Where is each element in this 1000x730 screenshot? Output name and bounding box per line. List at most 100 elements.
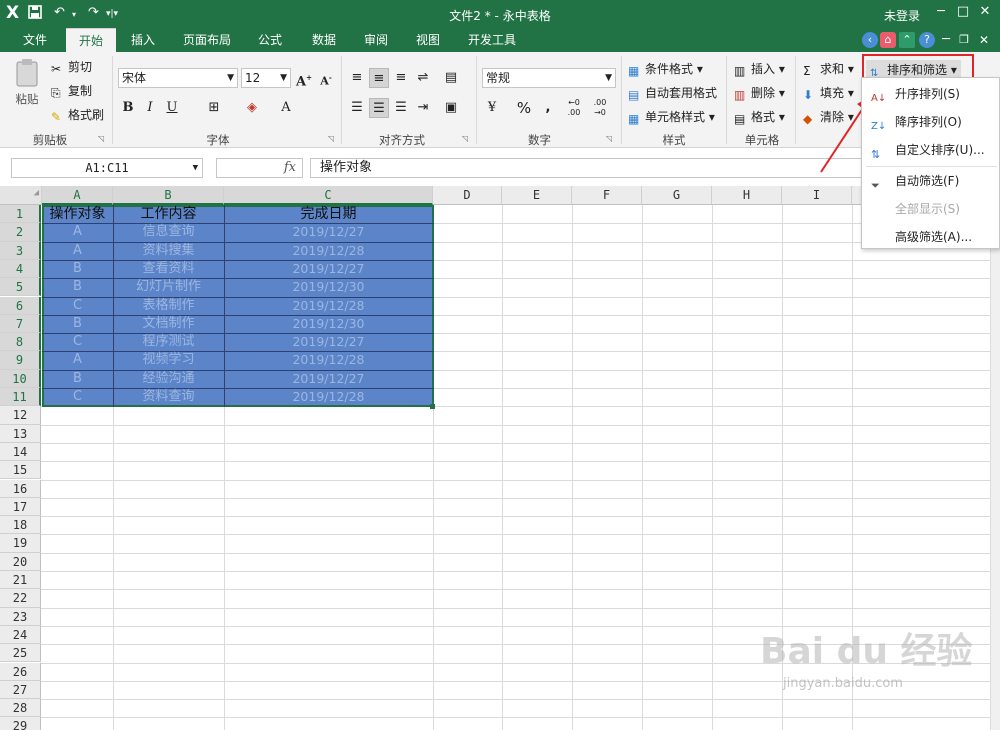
data-cell-A11[interactable]: C <box>42 388 113 406</box>
row-header-6[interactable]: 6 <box>0 296 41 315</box>
back-icon[interactable]: ‹ <box>862 32 878 48</box>
insert-cells-button[interactable]: ▥ 插入 ▾ <box>734 60 785 78</box>
row-header-25[interactable]: 25 <box>0 644 41 663</box>
ribbon-close-icon[interactable]: ✕ <box>976 32 992 48</box>
tab-developer[interactable]: 开发工具 <box>460 28 524 52</box>
custom-sort-item[interactable]: ⇅ 自定义排序(U)... <box>862 138 1000 162</box>
row-header-16[interactable]: 16 <box>0 479 41 498</box>
row-header-4[interactable]: 4 <box>0 259 41 279</box>
row-header-26[interactable]: 26 <box>0 662 41 681</box>
data-cell-B11[interactable]: 资料查询 <box>113 388 224 406</box>
row-header-13[interactable]: 13 <box>0 424 41 443</box>
data-cell-A10[interactable]: B <box>42 370 113 388</box>
data-cell-A7[interactable]: B <box>42 315 113 333</box>
fill-color-icon[interactable]: ◈ <box>242 98 262 118</box>
comma-button[interactable]: , <box>538 98 558 118</box>
select-all-corner[interactable]: ◢ <box>0 186 42 205</box>
tab-data[interactable]: 数据 <box>304 28 344 52</box>
data-cell-B8[interactable]: 程序测试 <box>113 333 224 351</box>
data-cell-B2[interactable]: 信息查询 <box>113 223 224 241</box>
help-icon[interactable]: ? <box>919 32 935 48</box>
data-cell-B5[interactable]: 幻灯片制作 <box>113 278 224 296</box>
row-header-3[interactable]: 3 <box>0 241 41 260</box>
column-header-F[interactable]: F <box>572 186 642 205</box>
column-header-B[interactable]: B <box>113 186 224 205</box>
collapse-ribbon-icon[interactable]: ⌃ <box>899 32 915 48</box>
data-cell-B10[interactable]: 经验沟通 <box>113 370 224 388</box>
show-all-item[interactable]: 全部显示(S) <box>862 197 1000 221</box>
close-button[interactable]: ✕ <box>977 4 993 19</box>
row-header-7[interactable]: 7 <box>0 314 41 334</box>
data-cell-B9[interactable]: 视频学习 <box>113 351 224 369</box>
header-cell-B[interactable]: 工作内容 <box>113 205 224 223</box>
ribbon-minimize-icon[interactable]: ─ <box>938 32 954 48</box>
data-cell-C3[interactable]: 2019/12/28 <box>224 242 433 260</box>
column-header-H[interactable]: H <box>712 186 782 205</box>
tab-view[interactable]: 视图 <box>408 28 448 52</box>
sort-descending-item[interactable]: Z↓ 降序排列(O) <box>862 110 1000 134</box>
data-cell-A6[interactable]: C <box>42 297 113 315</box>
format-cells-button[interactable]: ▤ 格式 ▾ <box>734 108 785 126</box>
header-cell-A[interactable]: 操作对象 <box>42 205 113 223</box>
row-header-24[interactable]: 24 <box>0 625 41 645</box>
data-cell-C7[interactable]: 2019/12/30 <box>224 315 433 333</box>
align-middle-icon[interactable]: ≡ <box>369 68 389 88</box>
data-cell-A4[interactable]: B <box>42 260 113 278</box>
format-painter-button[interactable]: ✎ 格式刷 <box>51 106 104 124</box>
merge-center-icon[interactable]: ▣ <box>441 98 461 118</box>
row-header-12[interactable]: 12 <box>0 406 41 425</box>
tab-file[interactable]: 文件 <box>12 28 58 52</box>
font-launcher-icon[interactable]: ◹ <box>328 134 334 143</box>
percent-button[interactable]: % <box>514 98 534 118</box>
data-cell-B3[interactable]: 资料搜集 <box>113 242 224 260</box>
align-right-icon[interactable]: ☰ <box>391 98 411 118</box>
grow-font-icon[interactable]: A+ <box>294 68 314 89</box>
decrease-decimal-icon[interactable]: .00 →0 <box>590 98 610 118</box>
align-bottom-icon[interactable]: ≡ <box>391 68 411 88</box>
row-header-2[interactable]: 2 <box>0 223 41 242</box>
indent-icon[interactable]: ⇥ <box>413 98 433 118</box>
row-header-15[interactable]: 15 <box>0 461 41 480</box>
bold-button[interactable]: B <box>118 98 138 118</box>
tab-insert[interactable]: 插入 <box>122 28 164 52</box>
tab-formulas[interactable]: 公式 <box>250 28 290 52</box>
row-header-27[interactable]: 27 <box>0 680 41 700</box>
cell-style-button[interactable]: ▦ 单元格样式 ▾ <box>628 108 715 126</box>
data-cell-A3[interactable]: A <box>42 242 113 260</box>
font-name-select[interactable]: 宋体 ▼ <box>118 68 238 88</box>
data-cell-C10[interactable]: 2019/12/27 <box>224 370 433 388</box>
tab-review[interactable]: 审阅 <box>356 28 396 52</box>
italic-button[interactable]: I <box>140 98 160 118</box>
data-cell-C6[interactable]: 2019/12/28 <box>224 297 433 315</box>
shrink-font-icon[interactable]: A- <box>316 68 336 88</box>
row-header-17[interactable]: 17 <box>0 497 41 517</box>
clipboard-launcher-icon[interactable]: ◹ <box>98 134 104 143</box>
row-header-20[interactable]: 20 <box>0 552 41 571</box>
tab-home[interactable]: 开始 <box>66 28 116 52</box>
orientation-icon[interactable]: ▤ <box>441 68 461 88</box>
column-header-E[interactable]: E <box>502 186 572 205</box>
row-header-10[interactable]: 10 <box>0 369 41 388</box>
number-launcher-icon[interactable]: ◹ <box>606 134 612 143</box>
minimize-button[interactable]: ─ <box>933 4 949 19</box>
home-icon[interactable]: ⌂ <box>880 32 896 48</box>
delete-cells-button[interactable]: ▥ 删除 ▾ <box>734 84 785 102</box>
column-header-I[interactable]: I <box>782 186 852 205</box>
row-header-19[interactable]: 19 <box>0 534 41 553</box>
vertical-scrollbar[interactable] <box>990 205 1000 730</box>
auto-table-style-button[interactable]: ▤ 自动套用格式 <box>628 84 717 102</box>
row-header-23[interactable]: 23 <box>0 607 41 626</box>
data-cell-B6[interactable]: 表格制作 <box>113 297 224 315</box>
sort-ascending-item[interactable]: A↓ 升序排列(S) <box>862 82 1000 106</box>
number-format-select[interactable]: 常规 ▼ <box>482 68 616 88</box>
align-left-icon[interactable]: ☰ <box>347 98 367 118</box>
header-cell-C[interactable]: 完成日期 <box>224 205 433 223</box>
insert-function-button[interactable]: fx <box>216 158 303 178</box>
data-cell-B4[interactable]: 查看资料 <box>113 260 224 278</box>
row-header-9[interactable]: 9 <box>0 351 41 370</box>
copy-button[interactable]: ⎘ 复制 <box>51 82 92 100</box>
data-cell-C9[interactable]: 2019/12/28 <box>224 351 433 369</box>
auto-filter-item[interactable]: ⏷ 自动筛选(F) <box>862 169 1000 193</box>
row-header-22[interactable]: 22 <box>0 589 41 608</box>
row-header-1[interactable]: 1 <box>0 205 41 224</box>
